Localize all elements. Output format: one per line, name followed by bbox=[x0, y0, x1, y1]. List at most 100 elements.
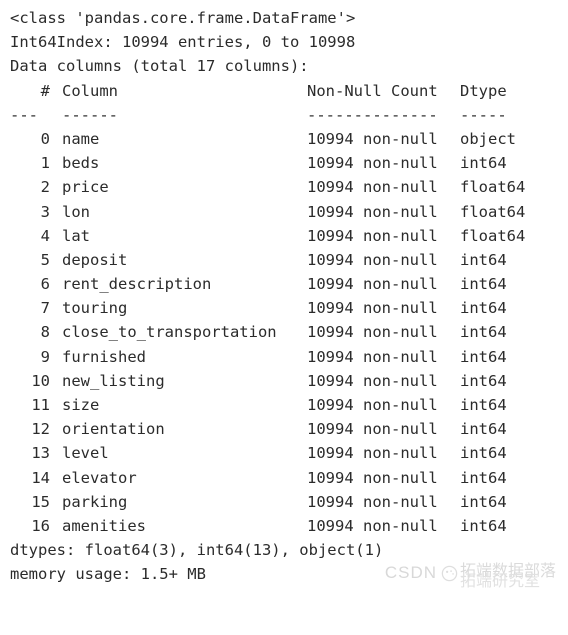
table-row: 2 price 10994 non-null float64 bbox=[0, 175, 568, 199]
table-rule-dtype: ----- bbox=[460, 105, 507, 124]
table-header-dtype: Dtype bbox=[460, 81, 507, 100]
output-line-class: <class 'pandas.core.frame.DataFrame'> bbox=[0, 6, 568, 30]
row-column: orientation bbox=[62, 420, 165, 439]
table-row: 7 touring 10994 non-null int64 bbox=[0, 296, 568, 320]
row-index: 13 bbox=[31, 444, 50, 463]
row-column: level bbox=[62, 444, 109, 463]
row-index: 0 bbox=[40, 129, 50, 148]
row-non-null: 10994 non-null bbox=[307, 226, 438, 245]
row-non-null: 10994 non-null bbox=[307, 178, 438, 197]
table-row: 13 level 10994 non-null int64 bbox=[0, 441, 568, 465]
row-column: elevator bbox=[62, 468, 137, 487]
table-row: 0 name 10994 non-null object bbox=[0, 127, 568, 151]
table-row: 15 parking 10994 non-null int64 bbox=[0, 490, 568, 514]
row-index: 6 bbox=[40, 275, 50, 294]
row-index: 5 bbox=[40, 250, 50, 269]
row-non-null: 10994 non-null bbox=[307, 516, 438, 535]
table-header-column: Column bbox=[62, 81, 118, 100]
output-line-memory-usage: memory usage: 1.5+ MB bbox=[0, 562, 568, 586]
row-dtype: int64 bbox=[460, 468, 507, 487]
pandas-info-output: <class 'pandas.core.frame.DataFrame'> In… bbox=[0, 0, 568, 596]
output-text: <class 'pandas.core.frame.DataFrame'> bbox=[10, 9, 356, 27]
table-rule-row: --- ------ -------------- ----- bbox=[0, 103, 568, 127]
row-column: close_to_transportation bbox=[62, 323, 277, 342]
table-header-non-null: Non-Null Count bbox=[307, 81, 438, 100]
row-dtype: int64 bbox=[460, 371, 507, 390]
row-dtype: int64 bbox=[460, 275, 507, 294]
row-non-null: 10994 non-null bbox=[307, 444, 438, 463]
row-dtype: float64 bbox=[460, 202, 526, 221]
row-non-null: 10994 non-null bbox=[307, 347, 438, 366]
row-dtype: int64 bbox=[460, 323, 507, 342]
table-row: 10 new_listing 10994 non-null int64 bbox=[0, 369, 568, 393]
row-dtype: int64 bbox=[460, 299, 507, 318]
row-non-null: 10994 non-null bbox=[307, 275, 438, 294]
table-header-row: # Column Non-Null Count Dtype bbox=[0, 79, 568, 103]
row-column: lat bbox=[62, 226, 90, 245]
table-body: 0 name 10994 non-null object 1 beds 10994 non-… bbox=[0, 127, 568, 538]
row-non-null: 10994 non-null bbox=[307, 396, 438, 414]
table-row: 8 close_to_transportation 10994 non-null in… bbox=[0, 320, 568, 344]
table-header-index: # bbox=[40, 81, 50, 100]
table-rule-column: ------ bbox=[62, 105, 118, 124]
row-dtype: int64 bbox=[460, 154, 507, 173]
row-column: furnished bbox=[62, 347, 146, 366]
output-line-dtypes: dtypes: float64(3), int64(13), object(1) bbox=[0, 538, 568, 562]
row-column: parking bbox=[62, 492, 128, 511]
row-dtype: int64 bbox=[460, 492, 507, 511]
table-row: 5 deposit 10994 non-null int64 bbox=[0, 248, 568, 272]
table-row: 3 lon 10994 non-null float64 bbox=[0, 200, 568, 224]
table-row: 16 amenities 10994 non-null int64 bbox=[0, 514, 568, 538]
row-column: name bbox=[62, 129, 100, 148]
row-dtype: int64 bbox=[460, 420, 507, 439]
row-column: amenities bbox=[62, 516, 146, 535]
row-non-null: 10994 non-null bbox=[307, 154, 438, 173]
row-column: rent_description bbox=[62, 275, 212, 294]
row-index: 9 bbox=[40, 347, 50, 366]
row-dtype: int64 bbox=[460, 250, 507, 269]
row-non-null: 10994 non-null bbox=[307, 371, 438, 390]
row-non-null: 10994 non-null bbox=[307, 420, 438, 439]
output-line-index-summary: Int64Index: 10994 entries, 0 to 10998 bbox=[0, 30, 568, 54]
row-dtype: int64 bbox=[460, 444, 507, 463]
row-dtype: int64 bbox=[460, 396, 507, 414]
row-column: lon bbox=[62, 202, 90, 221]
row-index: 3 bbox=[40, 202, 50, 221]
row-non-null: 10994 non-null bbox=[307, 202, 438, 221]
output-text: memory usage: 1.5+ MB bbox=[10, 565, 206, 584]
output-text: Int64Index: 10994 entries, 0 to 10998 bbox=[10, 33, 356, 52]
row-index: 14 bbox=[31, 468, 50, 487]
row-index: 2 bbox=[40, 178, 50, 197]
table-rule-non-null: -------------- bbox=[307, 105, 438, 124]
row-column: price bbox=[62, 178, 109, 197]
table-row: 11 size 10994 non-null int64 bbox=[0, 393, 568, 417]
row-dtype: int64 bbox=[460, 516, 507, 535]
row-index: 7 bbox=[40, 299, 50, 318]
row-column: new_listing bbox=[62, 371, 165, 390]
row-non-null: 10994 non-null bbox=[307, 299, 438, 318]
table-row: 9 furnished 10994 non-null int64 bbox=[0, 345, 568, 369]
table-rule-index: --- bbox=[10, 105, 38, 124]
table-row: 14 elevator 10994 non-null int64 bbox=[0, 466, 568, 490]
row-index: 16 bbox=[31, 516, 50, 535]
row-index: 15 bbox=[31, 492, 50, 511]
table-row: 4 lat 10994 non-null float64 bbox=[0, 224, 568, 248]
row-index: 12 bbox=[31, 420, 50, 439]
row-dtype: float64 bbox=[460, 226, 526, 245]
row-column: touring bbox=[62, 299, 128, 318]
row-dtype: int64 bbox=[460, 347, 507, 366]
row-index: 10 bbox=[31, 371, 50, 390]
row-non-null: 10994 non-null bbox=[307, 492, 438, 511]
output-line-columns-summary: Data columns (total 17 columns): bbox=[0, 54, 568, 78]
row-index: 8 bbox=[40, 323, 50, 342]
row-index: 11 bbox=[31, 396, 50, 414]
row-non-null: 10994 non-null bbox=[307, 250, 438, 269]
output-text: dtypes: float64(3), int64(13), object(1) bbox=[10, 541, 384, 560]
row-non-null: 10994 non-null bbox=[307, 468, 438, 487]
table-row: 6 rent_description 10994 non-null int64 bbox=[0, 272, 568, 296]
row-index: 1 bbox=[40, 154, 50, 173]
row-non-null: 10994 non-null bbox=[307, 129, 438, 148]
row-dtype: object bbox=[460, 129, 516, 148]
table-row: 12 orientation 10994 non-null int64 bbox=[0, 417, 568, 441]
row-index: 4 bbox=[40, 226, 50, 245]
